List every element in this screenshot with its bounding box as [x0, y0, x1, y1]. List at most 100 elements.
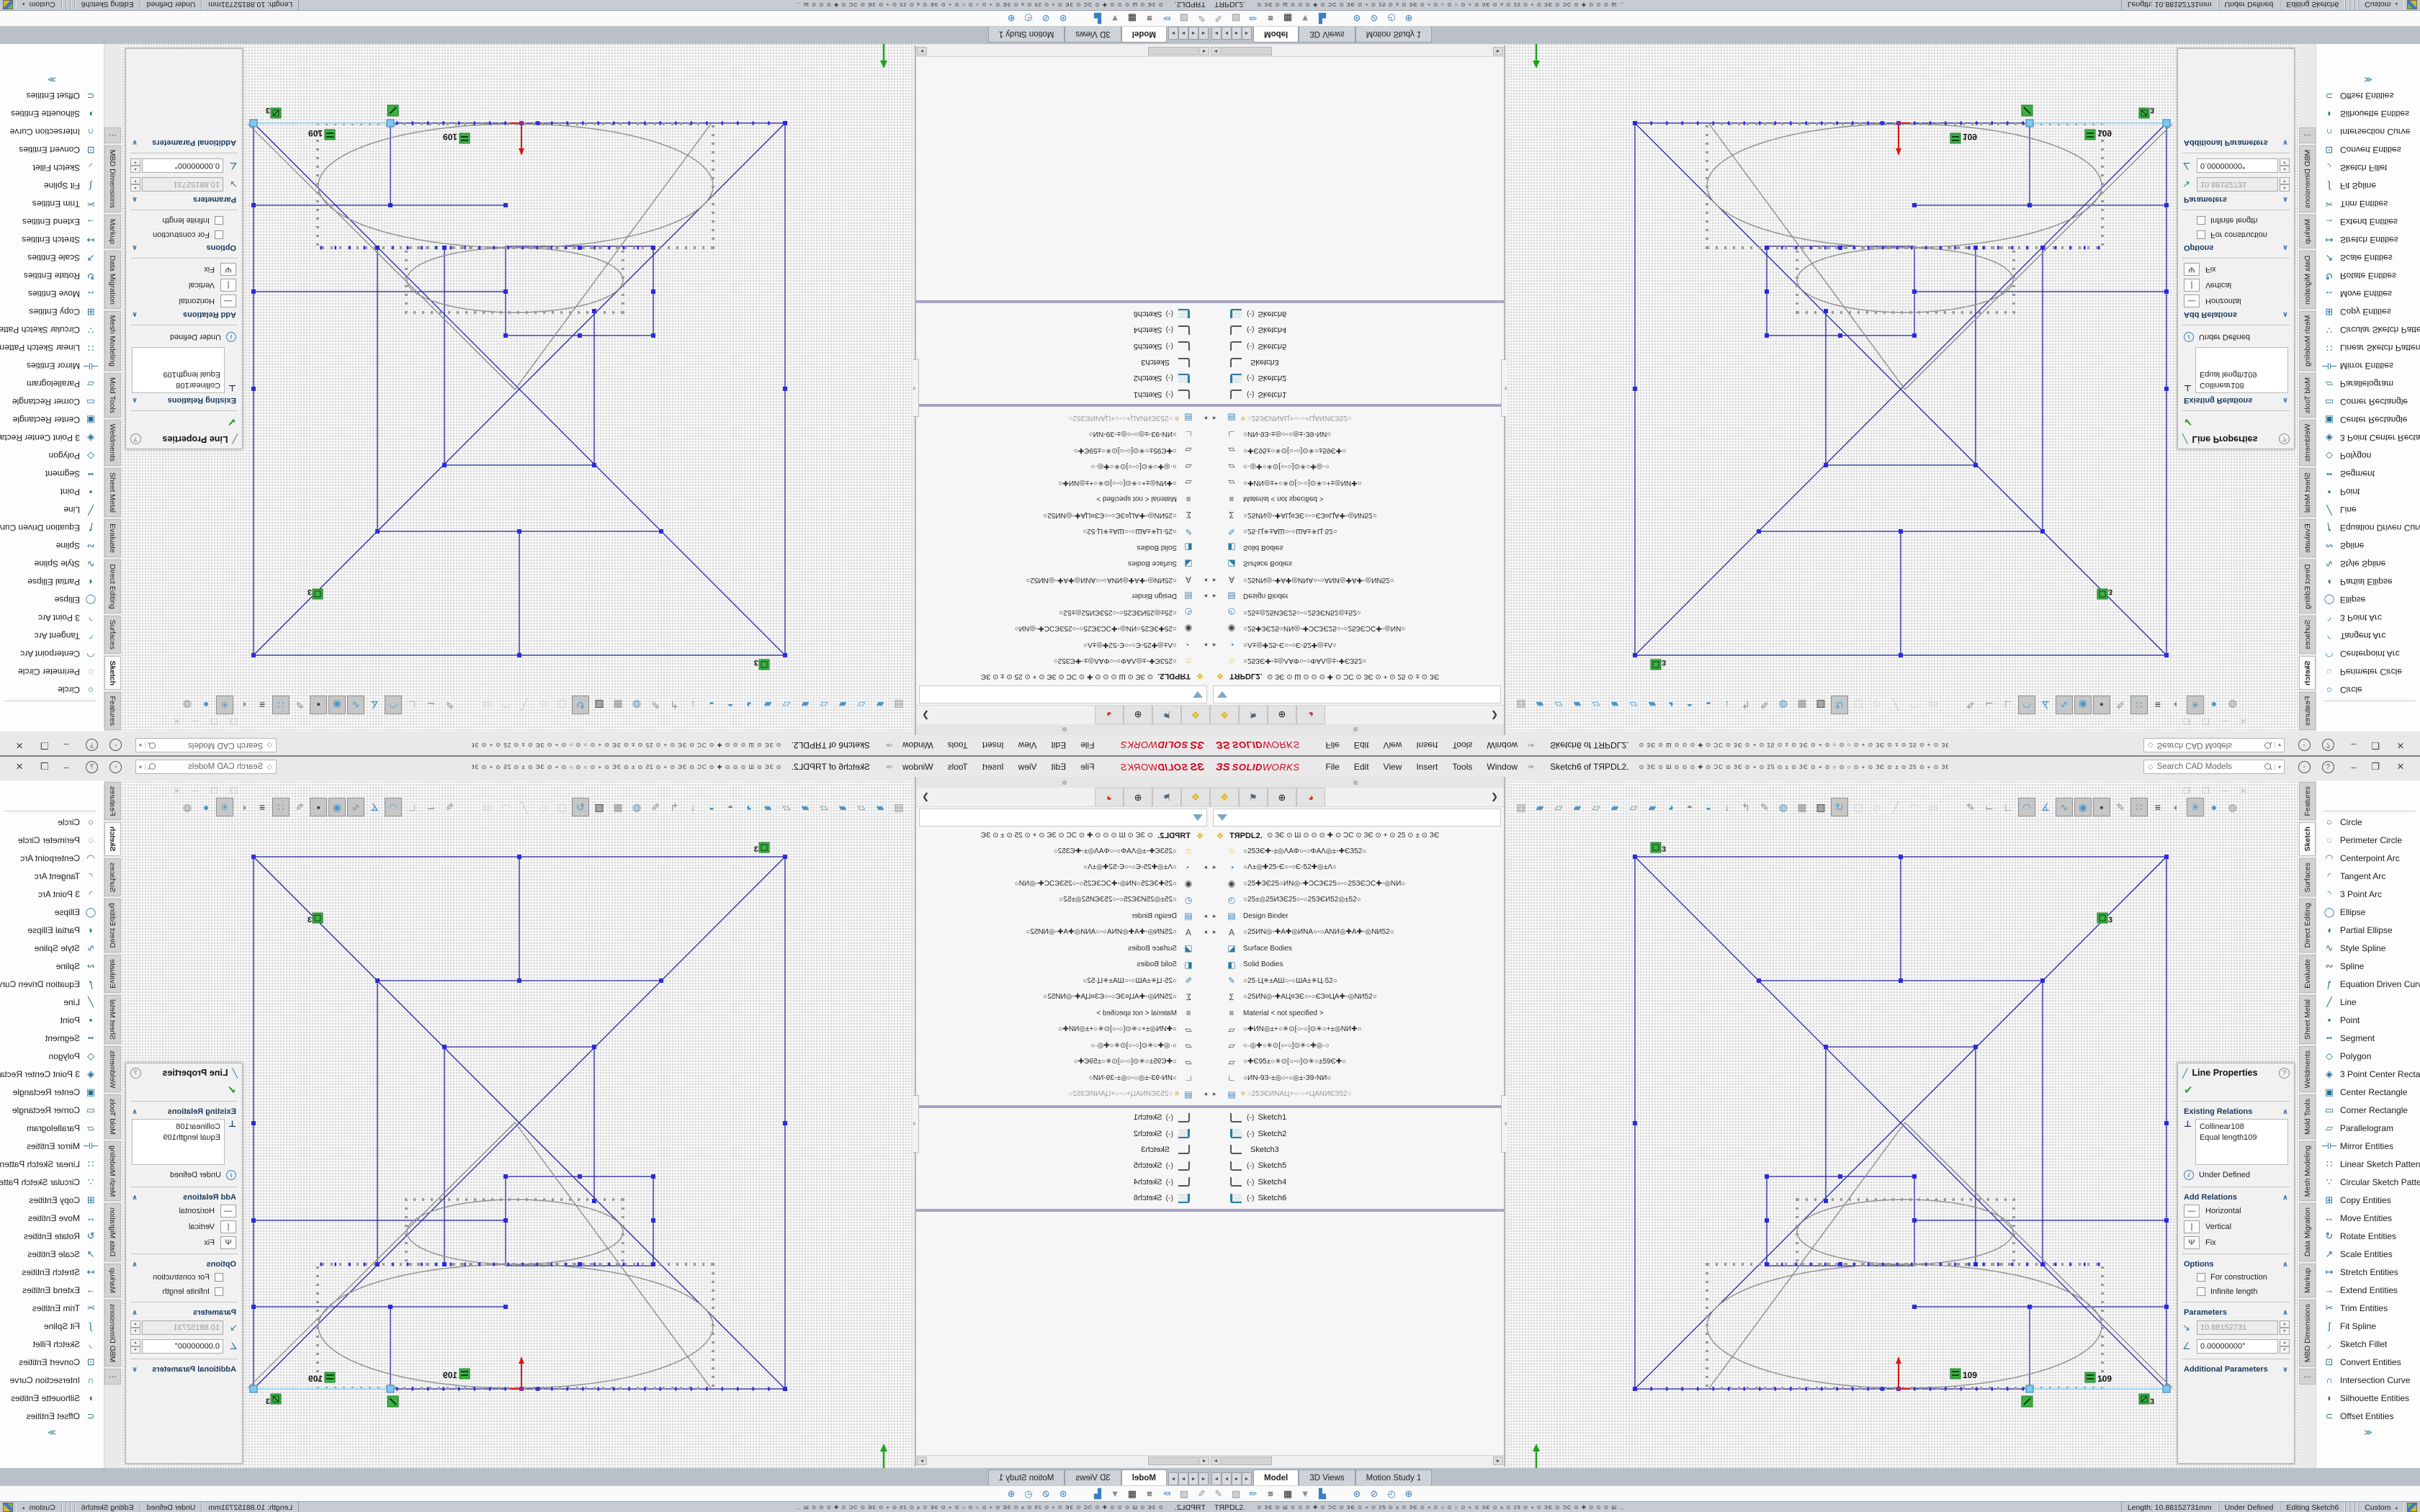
list-icon[interactable]: ≡	[1262, 1488, 1279, 1499]
command-manager-tab[interactable]: Mesh Modeling	[2299, 311, 2316, 371]
cut-icon[interactable]: ▱	[815, 696, 833, 714]
manager-tab[interactable]: ⚑	[1239, 788, 1268, 806]
sketch-tool-item[interactable]: ↗ Scale Entities	[0, 249, 104, 267]
ghost3-icon[interactable]: ╱	[1887, 696, 1904, 714]
additional-parameters-section[interactable]: Additional Parameters ∨	[2178, 137, 2294, 150]
tree-item[interactable]: ◉ ○25✚ЗЄ25○ИN◎◦✚ƆCЗЄ25○◦○25ЗЄƆC✚◦◎NИ○	[1210, 621, 1504, 637]
user-account-icon[interactable]: ◦	[108, 759, 124, 775]
search-dropdown-icon[interactable]: ▾	[136, 764, 145, 770]
restore-button[interactable]: ❐	[2367, 737, 2383, 753]
gear-sync-icon[interactable]: ⊛	[1348, 1488, 1366, 1500]
chart-steps-icon[interactable]: ▙	[1089, 13, 1106, 24]
brush-icon[interactable]: ✏	[1245, 1488, 1262, 1500]
boss-icon[interactable]: ▰	[1569, 696, 1586, 714]
save-icon[interactable]: ▦	[609, 696, 627, 714]
existing-relations-section[interactable]: Existing Relations ∧	[2178, 395, 2294, 408]
angle30-icon[interactable]: ∡	[366, 798, 383, 816]
command-manager-tab[interactable]: Features	[2299, 692, 2316, 730]
tab-nav-button[interactable]: ►	[1178, 27, 1188, 40]
ruler-icon[interactable]: ∟	[1999, 696, 2017, 714]
sketch-tool-item[interactable]: ∷ Linear Sketch Pattern	[2316, 1155, 2420, 1173]
document-tab[interactable]: Model	[1121, 27, 1167, 42]
relation-item[interactable]: Equal length109	[2200, 369, 2284, 379]
scroll-left-icon[interactable]: ◄	[1211, 1457, 1221, 1465]
pencil2-icon[interactable]: ✎	[441, 798, 458, 816]
sketch-tool-item[interactable]: ◌ Perimeter Circle	[2316, 831, 2420, 849]
tree-item[interactable]: ◪ Surface Bodies	[916, 556, 1210, 572]
extrude-boss-icon[interactable]: ▰	[871, 798, 889, 816]
tab-nav-button[interactable]: ►	[1168, 1472, 1178, 1485]
manager-tab[interactable]: ❖	[1210, 788, 1239, 806]
sketch-tree-item[interactable]: (-) Sketch1	[1210, 1110, 1504, 1125]
scroll-right-icon[interactable]: ►	[1493, 47, 1503, 55]
scroll-right-icon[interactable]: ►	[917, 47, 927, 55]
sketch-tool-item[interactable]: ╍ Segment	[0, 1029, 104, 1047]
restore-button[interactable]: ❐	[37, 737, 53, 753]
parameters-section[interactable]: Parameters ∧	[2178, 194, 2294, 207]
tree-item[interactable]: ✎ ○25·Ц✳±АШ○◦○ША±✳Ц·52○	[916, 523, 1210, 540]
expand-arrow-icon[interactable]: ▸	[1213, 912, 1222, 920]
sketch-tool-item[interactable]: ∩ Intersection Curve	[0, 1371, 104, 1389]
extrude-cut-icon[interactable]: ▱	[853, 696, 870, 714]
ghost2-icon[interactable]: ◇	[534, 798, 552, 816]
sphere-blue-icon[interactable]: ●	[197, 798, 215, 816]
sketch-tool-item[interactable]: ◠ Centerpoint Arc	[2316, 645, 2420, 663]
pencil-icon[interactable]: ✎	[1756, 798, 1773, 816]
command-manager-tab[interactable]: Surfaces	[104, 616, 121, 654]
parameters-section[interactable]: Parameters ∧	[126, 1305, 242, 1318]
tree-item[interactable]: ▱ ○✚Є95±○✳⊙[○◦○]⊙✳○±59Є✚○	[916, 1054, 1210, 1071]
ruler-icon[interactable]: ∟	[403, 798, 421, 816]
ghost6-icon[interactable]: ⋯	[1943, 798, 1960, 816]
tab-nav-button[interactable]: ◄	[1198, 27, 1209, 40]
additional-parameters-section[interactable]: Additional Parameters ∨	[126, 137, 242, 150]
sketch-tool-item[interactable]: ✂ Trim Entities	[2316, 195, 2420, 213]
command-manager-tab[interactable]: Features	[104, 692, 121, 730]
user-account-icon[interactable]: ◦	[108, 737, 124, 753]
spinner-control[interactable]: ▲▼	[130, 1320, 140, 1335]
menu-item[interactable]: File	[1319, 738, 1347, 752]
tree-item[interactable]: ▸ ▤ Design Binder	[1210, 908, 1504, 924]
command-manager-tab[interactable]: ⋮	[104, 1369, 121, 1385]
add-relation-button[interactable]: — Horizontal	[126, 1203, 242, 1219]
menu-item[interactable]: Tools	[941, 760, 975, 774]
scroll-right-icon[interactable]: ►	[917, 1457, 927, 1465]
tree-splitter[interactable]	[916, 1105, 1210, 1108]
sketch-tool-item[interactable]: ◖ Partial Ellipse	[0, 921, 104, 939]
document-tab[interactable]: Motion Study 1	[988, 27, 1065, 42]
sketch-tree-item[interactable]: Sketch3	[1210, 354, 1504, 370]
sketch-tool-item[interactable]: ⊞ Copy Entities	[0, 303, 104, 321]
minimize-button[interactable]: –	[2346, 759, 2362, 775]
sketch-tree-item[interactable]: (-) Sketch4	[916, 322, 1210, 338]
sketch-tool-item[interactable]: ∷ Linear Sketch Pattern	[0, 1155, 104, 1173]
command-manager-tab[interactable]: Direct Editing	[2299, 899, 2316, 952]
tree-item[interactable]: ☆ ○25ЗЄ✚◦±◎ΛАΦ○◦○ΦАΛ◎±◦✚ЄЗ52○	[1210, 843, 1504, 860]
tree-item[interactable]: ▸ ▤ ¤ ○25ЗЄИNАЦ+○◦○+ЦАNИЄЗ52○	[1210, 410, 1504, 426]
ok-check-icon[interactable]: ✔	[2178, 1082, 2294, 1098]
manager-tab[interactable]: ❖	[1181, 788, 1210, 806]
sketch-tool-item[interactable]: ◜ Tangent Arc	[0, 627, 104, 645]
sketch-tool-item[interactable]: ∵ Circular Sketch Pattern	[2316, 1173, 2420, 1191]
list-icon[interactable]: ≡	[1262, 13, 1279, 24]
parameters-section[interactable]: Parameters ∧	[126, 194, 242, 207]
add-relation-button[interactable]: | Vertical	[126, 277, 242, 293]
command-manager-tab[interactable]: Surfaces	[104, 858, 121, 896]
menu-item[interactable]: Window	[895, 738, 941, 752]
ok-check-icon[interactable]: ✔	[2178, 414, 2294, 430]
expand-arrow-icon[interactable]: ▸	[1213, 641, 1222, 649]
add-relations-section[interactable]: Add Relations ∧	[2178, 1190, 2294, 1203]
markup-pen-icon[interactable]: ✎	[1210, 1488, 1227, 1500]
probe-icon[interactable]: ⌙	[422, 696, 439, 714]
scroll-thumb[interactable]	[1222, 47, 1272, 55]
ruler-icon[interactable]: ∟	[1999, 798, 2017, 816]
panel-flyout-chevron-icon[interactable]: ❯	[1491, 791, 1498, 801]
cylinder-icon[interactable]: ◍	[1775, 798, 1792, 816]
gear-slash-icon[interactable]: ⊘	[1366, 13, 1383, 24]
more-tools-chevron-icon[interactable]: ≫	[0, 75, 104, 84]
calculator-icon[interactable]: ▦	[1124, 1488, 1141, 1500]
tree-item[interactable]: ◴ ○25±◎25ИЗЄ25○◦○25ЗЄИ52◎±52○	[1210, 604, 1504, 621]
sketch-tree-item[interactable]: (-) Sketch4	[916, 1174, 1210, 1190]
search-icon[interactable]	[2264, 763, 2272, 771]
add-relation-button[interactable]: Ψ Fix	[126, 1235, 242, 1251]
sketch-tool-item[interactable]: ∿ Style Spline	[2316, 939, 2420, 957]
tree-filter-input[interactable]	[919, 685, 1207, 703]
